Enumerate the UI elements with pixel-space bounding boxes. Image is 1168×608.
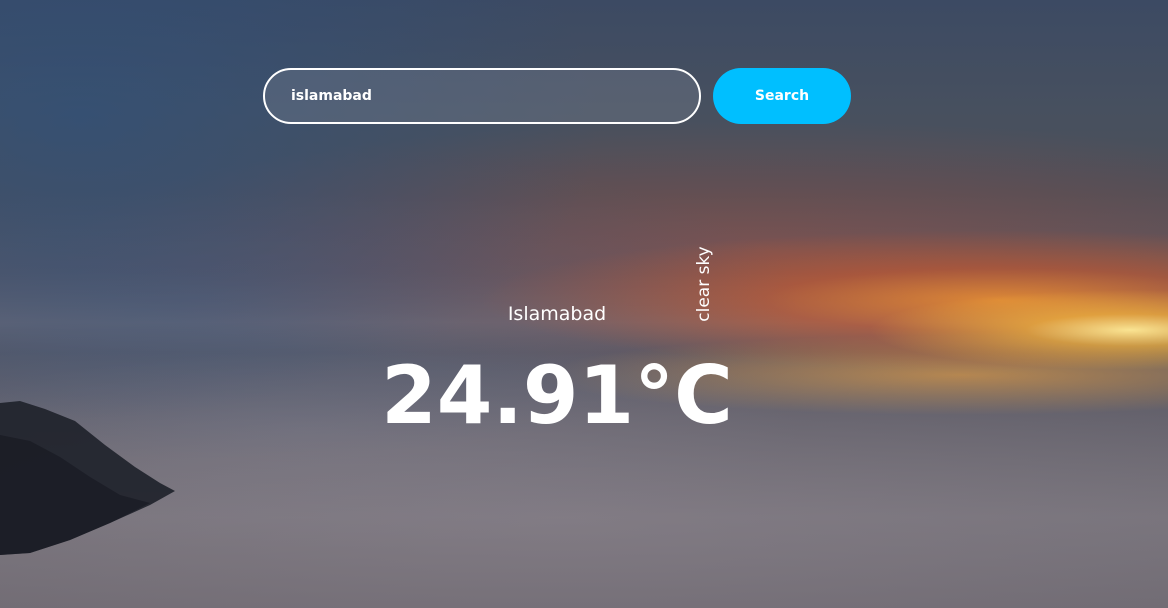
search-input[interactable]: [263, 68, 701, 124]
search-button[interactable]: Search: [713, 68, 851, 124]
mountain-silhouette: [0, 401, 175, 555]
temperature-readout: 24.91°C: [381, 349, 733, 442]
weather-condition: clear sky: [694, 246, 714, 322]
city-name: Islamabad: [507, 303, 607, 325]
